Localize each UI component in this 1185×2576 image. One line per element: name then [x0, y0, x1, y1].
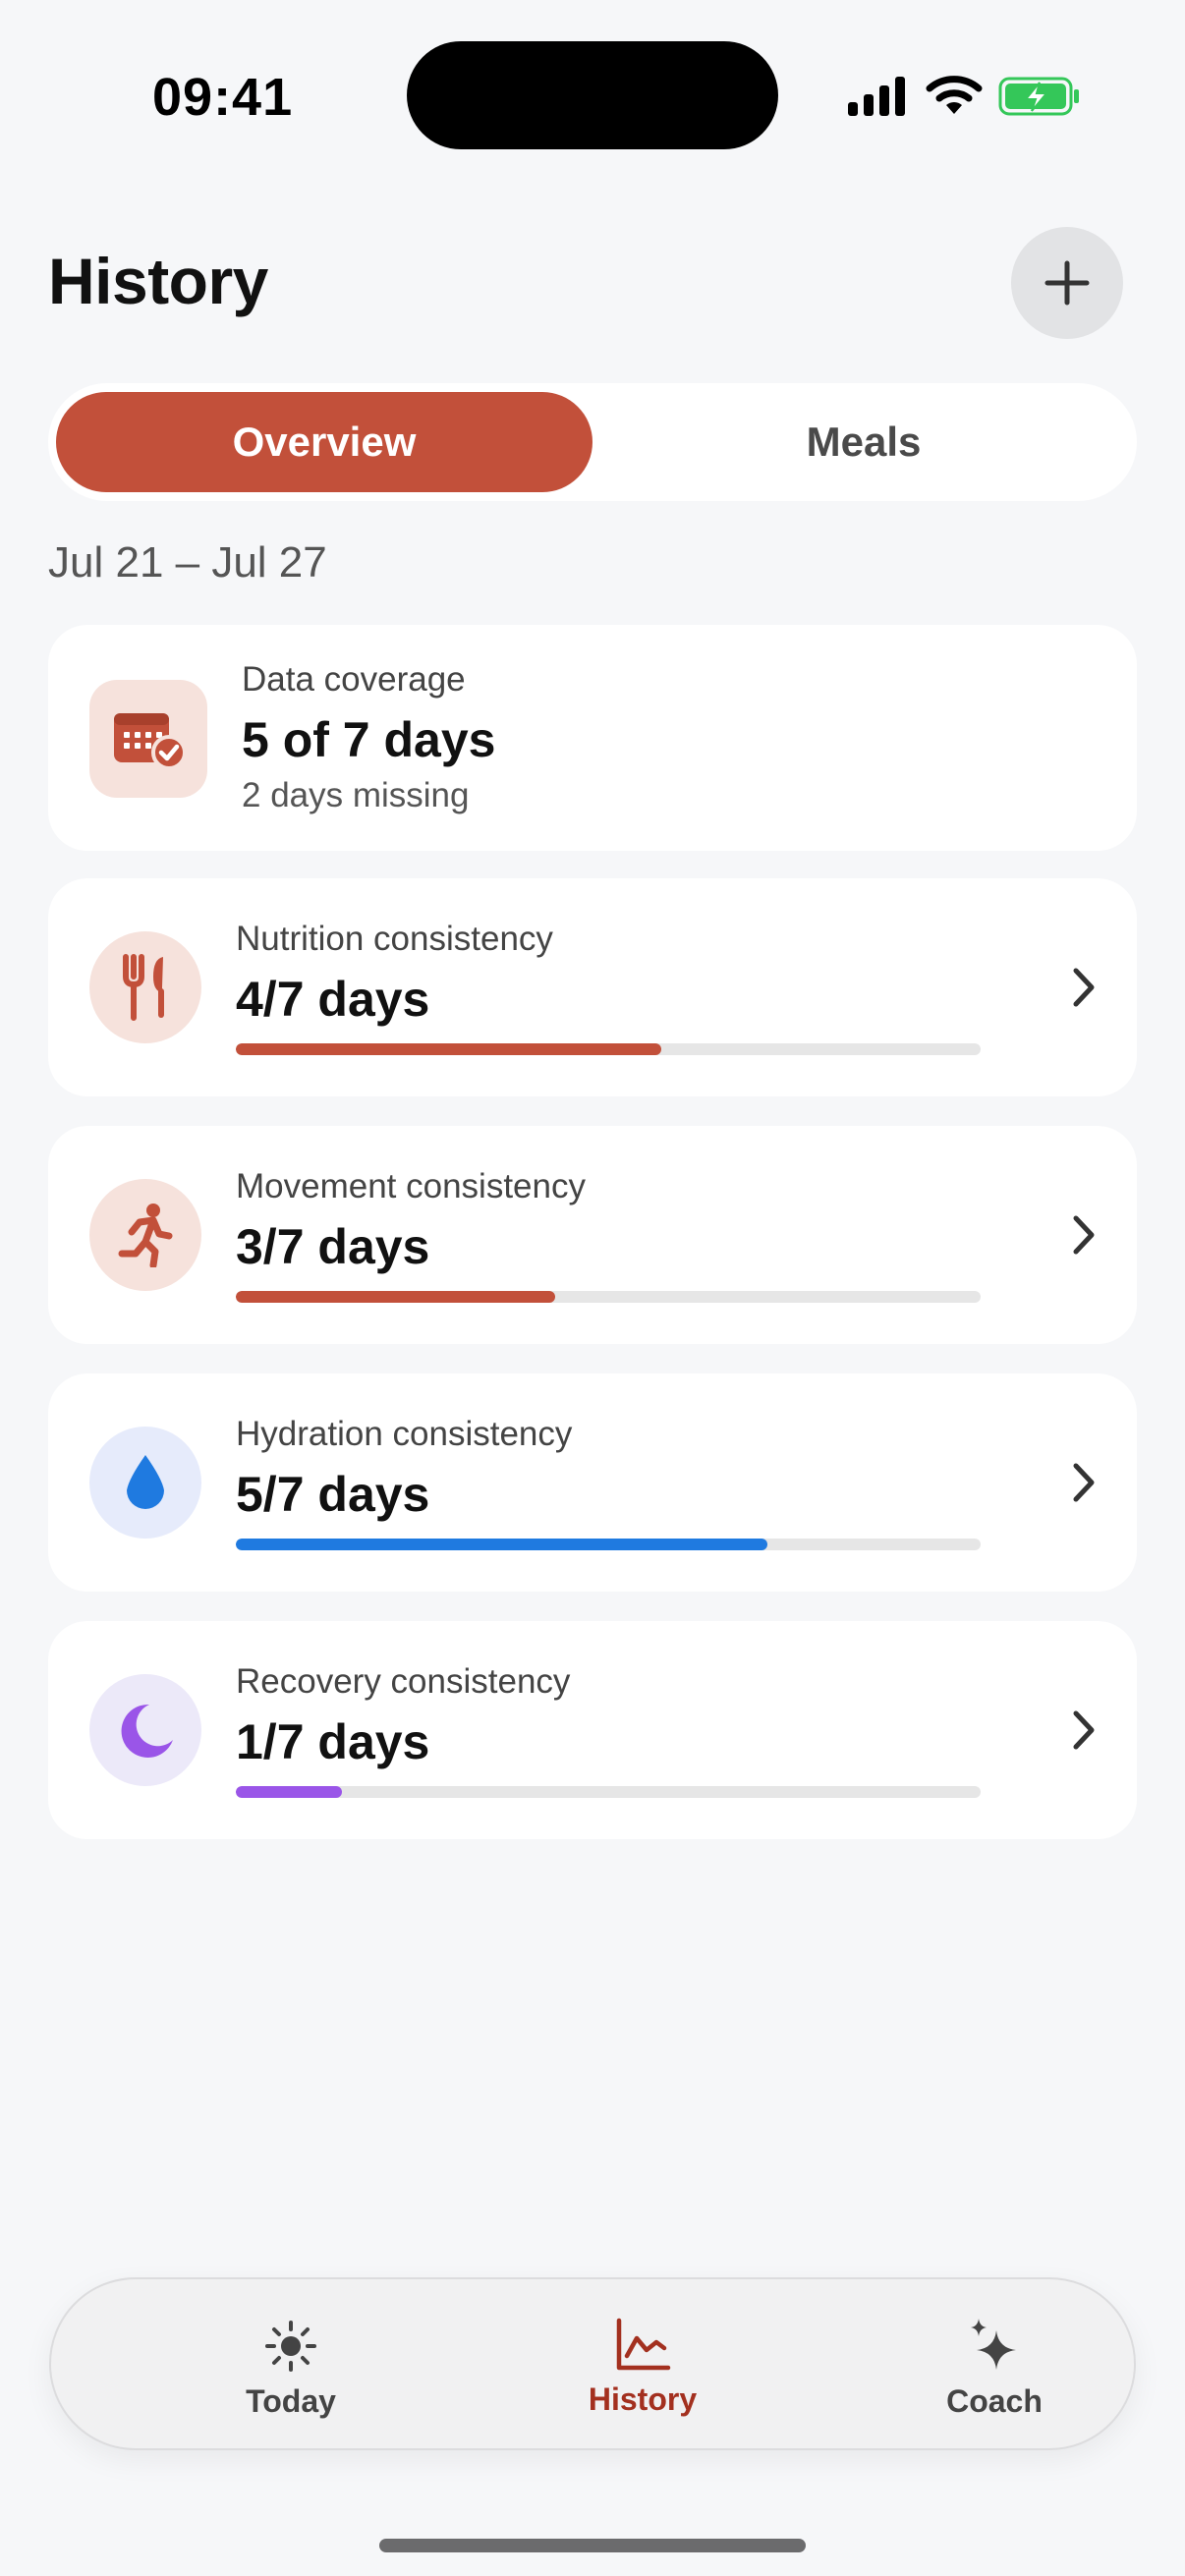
tab-bar: Today History Coach [49, 2277, 1136, 2450]
calendar-check-icon [89, 680, 207, 798]
segment-overview[interactable]: Overview [56, 392, 592, 492]
chevron-right-icon [1073, 968, 1095, 1007]
progress-fill [236, 1291, 556, 1303]
data-coverage-card: Data coverage 5 of 7 days 2 days missing [48, 625, 1137, 851]
coverage-value: 5 of 7 days [242, 712, 496, 767]
status-time: 09:41 [152, 68, 294, 127]
metric-value: 4/7 days [236, 972, 430, 1027]
tab-label: Coach [946, 2383, 1043, 2419]
moon-icon [89, 1674, 201, 1786]
wifi-icon [926, 76, 983, 114]
progress-fill [236, 1786, 343, 1798]
metric-value: 1/7 days [236, 1714, 430, 1769]
battery-charging-icon [998, 77, 1079, 116]
segmented-control: Overview Meals [48, 383, 1137, 501]
metric-value: 5/7 days [236, 1467, 430, 1522]
running-person-icon [89, 1179, 201, 1291]
hydration-progress-bar [236, 1539, 981, 1550]
dynamic-island [407, 41, 778, 149]
fork-knife-icon [89, 931, 201, 1043]
tab-history[interactable]: History [495, 2279, 790, 2448]
date-range: Jul 21 – Jul 27 [48, 538, 327, 587]
recovery-card[interactable]: Recovery consistency 1/7 days [48, 1621, 1137, 1839]
tab-label: History [588, 2381, 698, 2417]
hydration-card[interactable]: Hydration consistency 5/7 days [48, 1373, 1137, 1592]
chevron-right-icon [1073, 1215, 1095, 1255]
movement-progress-bar [236, 1291, 981, 1303]
tab-coach[interactable]: Coach [847, 2279, 1142, 2448]
sparkles-icon [971, 2319, 1016, 2370]
metric-label: Recovery consistency [236, 1662, 571, 1701]
nutrition-progress-bar [236, 1043, 981, 1055]
tab-label: Today [246, 2383, 336, 2419]
segment-meals[interactable]: Meals [598, 392, 1129, 492]
chart-icon [616, 2318, 671, 2371]
sun-icon [265, 2321, 316, 2372]
movement-card[interactable]: Movement consistency 3/7 days [48, 1126, 1137, 1344]
metric-label: Nutrition consistency [236, 920, 553, 958]
status-bar: 09:41 [0, 0, 1185, 196]
metric-value: 3/7 days [236, 1219, 430, 1274]
recovery-progress-bar [236, 1786, 981, 1798]
home-indicator [379, 2539, 806, 2552]
metric-label: Movement consistency [236, 1167, 586, 1205]
chevron-right-icon [1073, 1710, 1095, 1750]
cellular-signal-icon [848, 75, 907, 116]
add-button[interactable] [1011, 227, 1123, 339]
progress-fill [236, 1539, 768, 1550]
coverage-label: Data coverage [242, 660, 466, 699]
progress-fill [236, 1043, 661, 1055]
nutrition-card[interactable]: Nutrition consistency 4/7 days [48, 878, 1137, 1096]
chevron-right-icon [1073, 1463, 1095, 1502]
tab-today[interactable]: Today [143, 2279, 438, 2448]
water-drop-icon [89, 1427, 201, 1539]
page-title: History [48, 245, 268, 317]
plus-icon [1044, 260, 1090, 306]
coverage-missing: 2 days missing [242, 776, 470, 814]
metric-label: Hydration consistency [236, 1415, 573, 1453]
